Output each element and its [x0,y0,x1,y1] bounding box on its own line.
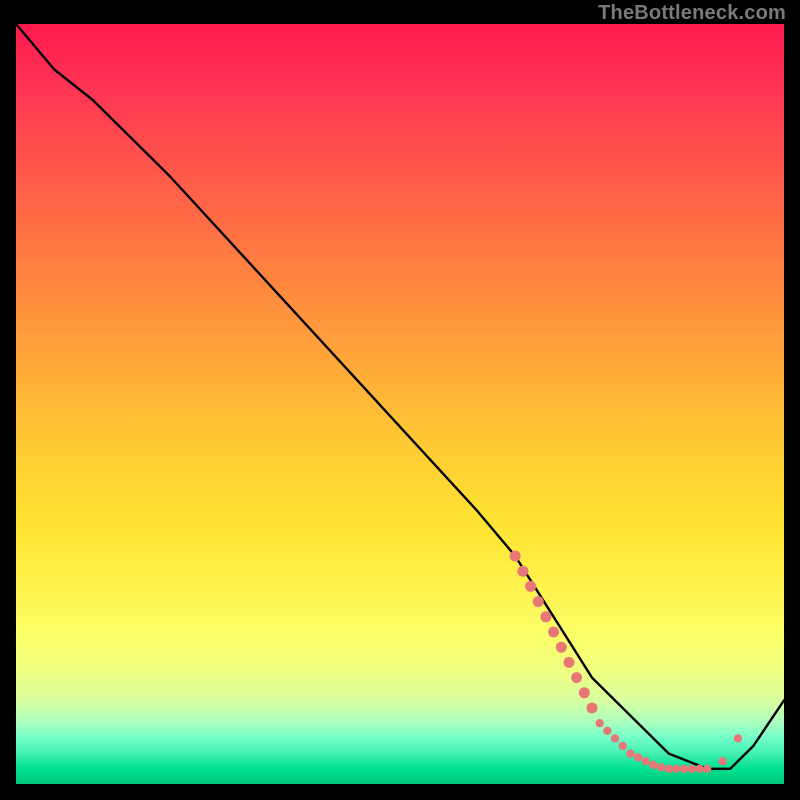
highlight-point [718,757,726,765]
highlight-point [619,742,627,750]
highlight-point [564,657,575,668]
chart-stage: TheBottleneck.com [0,0,800,800]
highlight-point [649,761,657,769]
highlight-point [579,687,590,698]
highlight-point [657,763,665,771]
curve-layer [16,24,784,784]
highlight-point [680,765,688,773]
highlight-point [510,551,521,562]
watermark-text: TheBottleneck.com [598,2,786,25]
highlight-point [665,765,673,773]
highlight-point [548,627,559,638]
highlight-point [525,581,536,592]
highlight-point [603,727,611,735]
highlight-point [634,753,642,761]
highlight-point [734,734,742,742]
highlight-markers [510,551,742,774]
highlight-point [533,596,544,607]
highlight-point [703,765,711,773]
highlight-point [556,642,567,653]
highlight-point [672,765,680,773]
highlight-point [695,765,703,773]
plot-area [16,24,784,784]
highlight-point [540,611,551,622]
highlight-point [611,734,619,742]
highlight-point [642,757,650,765]
highlight-point [571,672,582,683]
highlight-point [517,566,528,577]
highlight-point [596,719,604,727]
bottleneck-curve [16,24,784,769]
highlight-point [587,703,598,714]
highlight-point [626,749,634,757]
highlight-point [688,765,696,773]
